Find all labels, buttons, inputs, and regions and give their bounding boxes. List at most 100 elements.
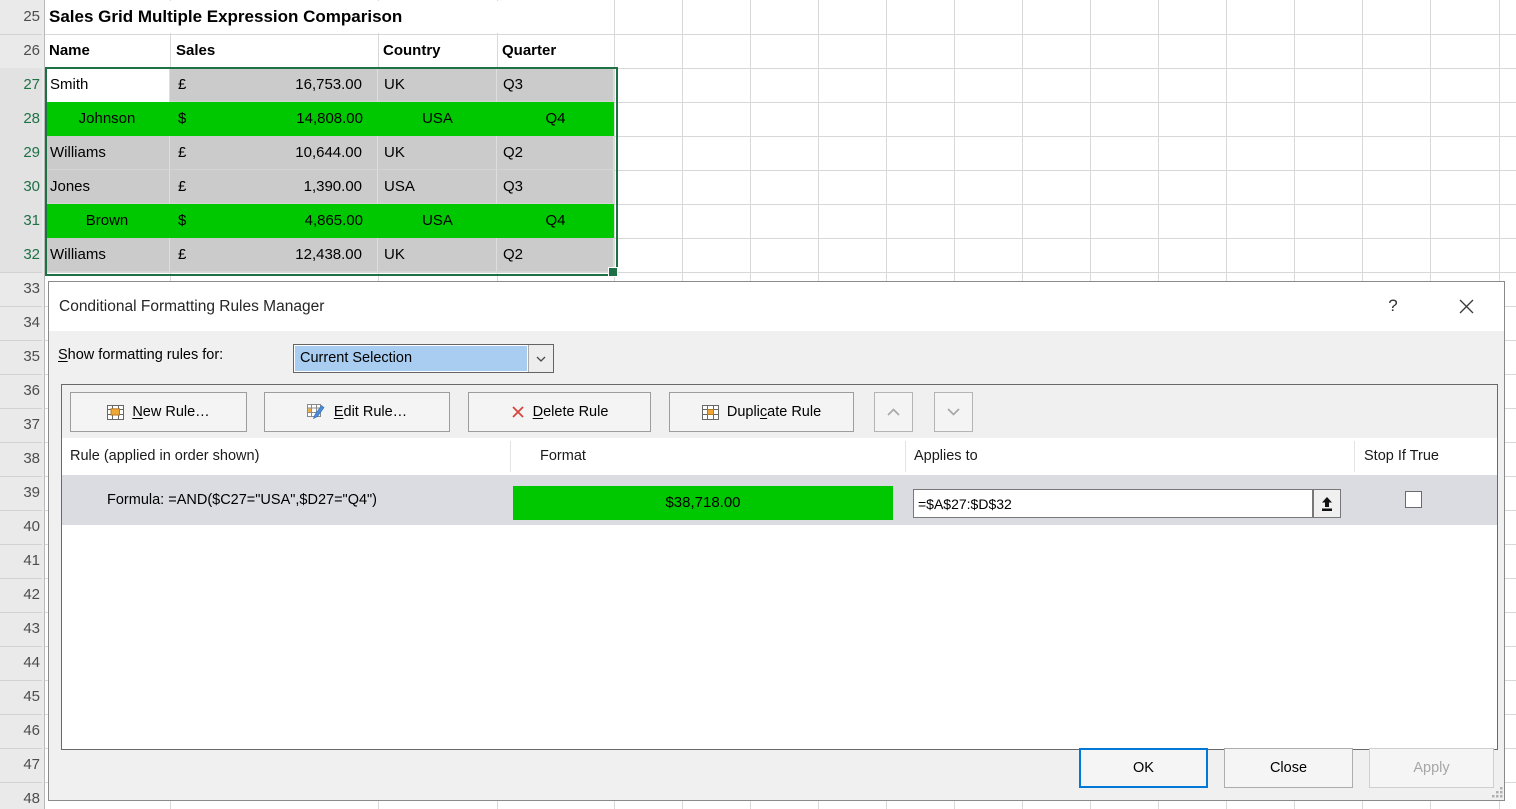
row-header[interactable]: 31	[0, 204, 42, 239]
cell-D27[interactable]: Q3	[497, 68, 614, 102]
label-key: S	[58, 347, 68, 363]
delete-rule-label: Delete Rule	[533, 404, 609, 420]
row-header[interactable]: 43	[0, 612, 42, 647]
list-header-rule: Rule (applied in order shown)	[70, 439, 259, 474]
table-grid-icon	[702, 405, 719, 420]
row-header[interactable]: 40	[0, 510, 42, 545]
row-header[interactable]: 35	[0, 340, 42, 375]
row-header[interactable]: 42	[0, 578, 42, 613]
show-formatting-rules-label: Show formatting rules for:	[58, 342, 223, 368]
rule-formula-text: Formula: =AND($C27="USA",$D27="Q4")	[107, 475, 377, 525]
cell-C28[interactable]: USA	[378, 102, 497, 136]
row-header[interactable]: 46	[0, 714, 42, 749]
row-header[interactable]: 30	[0, 170, 42, 205]
cell-A31[interactable]: Brown	[44, 204, 170, 238]
cell-D29[interactable]: Q2	[497, 136, 614, 170]
new-rule-button[interactable]: New Rule…	[70, 392, 247, 432]
row-header[interactable]: 28	[0, 102, 42, 137]
duplicate-rule-button[interactable]: Duplicate Rule	[669, 392, 854, 432]
list-header-applies-to: Applies to	[914, 439, 978, 474]
cell-A28[interactable]: Johnson	[44, 102, 170, 136]
row-header[interactable]: 47	[0, 748, 42, 783]
stop-if-true-checkbox[interactable]	[1405, 491, 1422, 508]
cell-A30[interactable]: Jones	[44, 170, 170, 204]
row-header[interactable]: 33	[0, 272, 42, 307]
chevron-up-icon	[887, 408, 900, 416]
new-rule-label: New Rule…	[132, 404, 209, 420]
cell-D32[interactable]: Q2	[497, 238, 614, 272]
dialog-titlebar[interactable]: Conditional Formatting Rules Manager ?	[49, 282, 1504, 331]
format-preview: $38,718.00	[513, 486, 893, 520]
list-header-stop-if-true: Stop If True	[1364, 439, 1439, 474]
cell-D31[interactable]: Q4	[497, 204, 614, 238]
rule-list-row[interactable]: Formula: =AND($C27="USA",$D27="Q4") $38,…	[62, 475, 1497, 525]
cell-C31[interactable]: USA	[378, 204, 497, 238]
list-header-format: Format	[540, 439, 586, 474]
sheet-title-cell[interactable]: Sales Grid Multiple Expression Compariso…	[49, 0, 402, 34]
row-header[interactable]: 44	[0, 646, 42, 681]
column-header-name[interactable]: Name	[49, 34, 90, 68]
row-header[interactable]: 32	[0, 238, 42, 273]
currency-symbol: £	[178, 136, 186, 170]
column-header-country[interactable]: Country	[383, 34, 441, 68]
row-header[interactable]: 25	[0, 0, 42, 35]
delete-rule-button[interactable]: Delete Rule	[468, 392, 651, 432]
close-icon[interactable]	[1453, 293, 1479, 319]
amount-value: 1,390.00	[304, 170, 362, 204]
amount-value: 16,753.00	[295, 68, 362, 102]
cell-C27[interactable]: UK	[378, 68, 497, 102]
cell-B29[interactable]: £10,644.00	[170, 136, 378, 170]
move-rule-down-button[interactable]	[934, 392, 973, 432]
currency-symbol: £	[178, 238, 186, 272]
cell-B31[interactable]: $4,865.00	[170, 204, 378, 238]
resize-grip[interactable]	[1491, 786, 1504, 799]
cell-B30[interactable]: £1,390.00	[170, 170, 378, 204]
move-rule-up-button[interactable]	[874, 392, 913, 432]
row-header[interactable]: 48	[0, 782, 42, 809]
row-header[interactable]: 26	[0, 34, 42, 69]
cell-C32[interactable]: UK	[378, 238, 497, 272]
selection-fill-handle[interactable]	[608, 267, 618, 277]
row-header[interactable]: 36	[0, 374, 42, 409]
edit-rule-button[interactable]: Edit Rule…	[264, 392, 450, 432]
ok-button[interactable]: OK	[1079, 748, 1208, 788]
row-header[interactable]: 29	[0, 136, 42, 171]
cell-A32[interactable]: Williams	[44, 238, 170, 272]
cell-B32[interactable]: £12,438.00	[170, 238, 378, 272]
cell-D30[interactable]: Q3	[497, 170, 614, 204]
dialog-title: Conditional Formatting Rules Manager	[59, 282, 324, 331]
column-header-quarter[interactable]: Quarter	[502, 34, 556, 68]
chevron-down-icon[interactable]	[528, 345, 553, 372]
row-header[interactable]: 45	[0, 680, 42, 715]
cell-B27[interactable]: £16,753.00	[170, 68, 378, 102]
cell-B28[interactable]: $14,808.00	[170, 102, 378, 136]
row-header[interactable]: 41	[0, 544, 42, 579]
apply-button[interactable]: Apply	[1369, 748, 1494, 788]
gridline	[0, 34, 1516, 35]
help-button[interactable]: ?	[1381, 294, 1405, 318]
currency-symbol: £	[178, 68, 186, 102]
duplicate-rule-label: Duplicate Rule	[727, 404, 821, 420]
currency-symbol: $	[178, 102, 186, 136]
amount-value: 12,438.00	[295, 238, 362, 272]
cell-A29[interactable]: Williams	[44, 136, 170, 170]
cell-C29[interactable]: UK	[378, 136, 497, 170]
excel-window: Sales Grid Multiple Expression Compariso…	[0, 0, 1516, 809]
cell-A27[interactable]: Smith	[44, 68, 170, 102]
collapse-dialog-icon[interactable]	[1313, 489, 1341, 518]
row-header[interactable]: 27	[0, 68, 42, 103]
scope-dropdown-value: Current Selection	[295, 346, 527, 371]
row-header[interactable]: 39	[0, 476, 42, 511]
cell-C30[interactable]: USA	[378, 170, 497, 204]
applies-to-input[interactable]	[913, 489, 1313, 518]
row-header[interactable]: 37	[0, 408, 42, 443]
header-divider	[510, 441, 511, 472]
column-header-sales[interactable]: Sales	[176, 34, 215, 68]
row-header[interactable]: 38	[0, 442, 42, 477]
gridline	[0, 272, 1516, 273]
amount-value: 10,644.00	[295, 136, 362, 170]
scope-dropdown[interactable]: Current Selection	[293, 344, 554, 373]
cell-D28[interactable]: Q4	[497, 102, 614, 136]
close-button[interactable]: Close	[1224, 748, 1353, 788]
row-header[interactable]: 34	[0, 306, 42, 341]
